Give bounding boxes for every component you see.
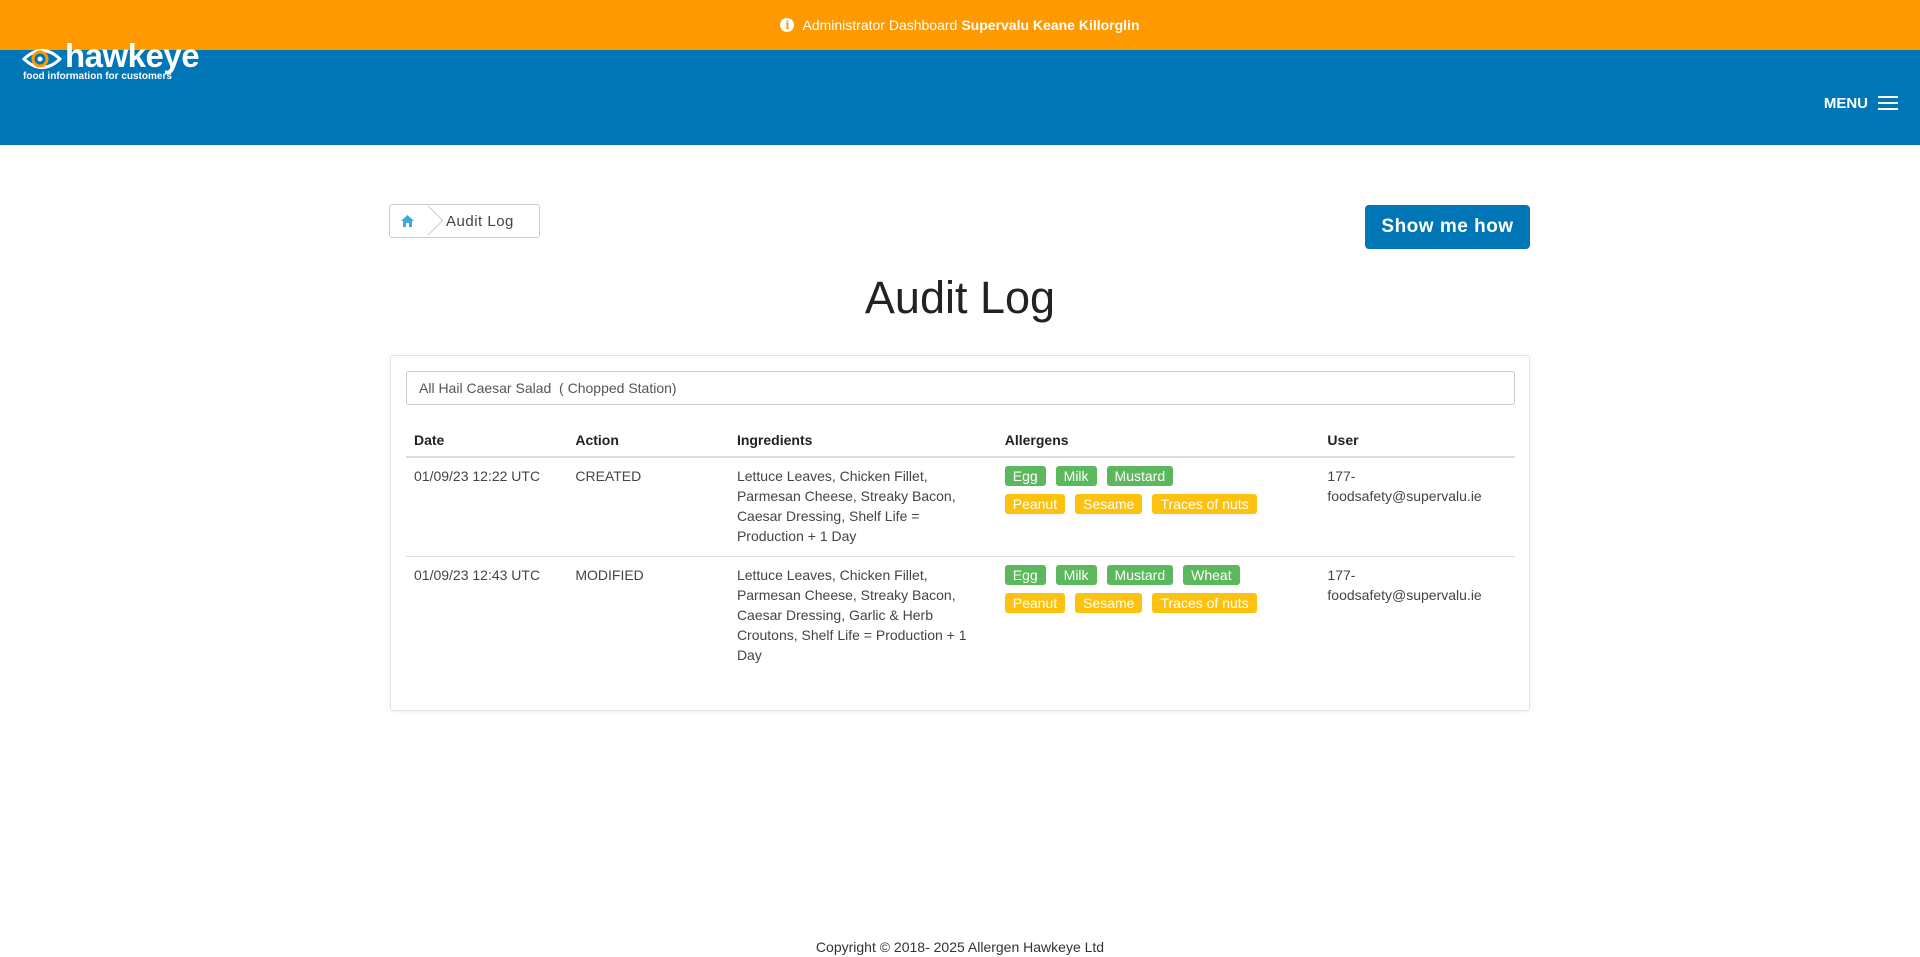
row-action: MODIFIED xyxy=(575,567,644,583)
row-allergens: Egg Milk Mustard Wheat Peanut Sesame Tra… xyxy=(997,557,1320,676)
dashboard-label: Administrator Dashboard xyxy=(802,17,958,33)
row-ingredients: Lettuce Leaves, Chicken Fillet, Parmesan… xyxy=(736,567,967,663)
show-me-how-button[interactable]: Show me how xyxy=(1365,205,1530,249)
store-name: Supervalu Keane Killorglin xyxy=(961,17,1140,33)
table-header-row: Date Action Ingredients Allergens User xyxy=(406,424,1515,458)
header-action: Action xyxy=(567,424,729,458)
allergen-tag: Egg xyxy=(1004,565,1046,585)
header-allergens: Allergens xyxy=(996,424,1320,458)
dish-name-field[interactable] xyxy=(406,371,1515,405)
info-circle-icon: i xyxy=(780,18,795,32)
allergen-tag: Sesame xyxy=(1075,494,1143,514)
allergen-tag: Egg xyxy=(1004,466,1046,486)
user-email: foodsafety@supervalu.ie xyxy=(1327,488,1482,504)
table-row: 01/09/23 12:22 UTC CREATED Lettuce Leave… xyxy=(406,457,1515,557)
logo-hawkeye-text: hawkeye xyxy=(65,37,200,74)
user-line: 177- xyxy=(1327,468,1356,484)
menu-button[interactable]: MENU xyxy=(1824,92,1898,114)
menu-label: MENU xyxy=(1823,94,1868,112)
allergen-tag: Milk xyxy=(1055,565,1097,585)
breadcrumb-current: Audit Log xyxy=(446,212,514,230)
hawkeye-logo[interactable]: allergen hawkeye food information for cu… xyxy=(22,31,222,84)
breadcrumb: Audit Log xyxy=(389,204,540,238)
footer-copyright: Copyright © 2018- 2025 Allergen Hawkeye … xyxy=(815,939,1105,955)
allergen-tag: Sesame xyxy=(1075,593,1143,613)
admin-banner: i Administrator Dashboard Supervalu Kean… xyxy=(0,0,1920,50)
breadcrumb-separator xyxy=(424,204,434,238)
header-date: Date xyxy=(406,424,568,458)
logo-tagline: food information for customers xyxy=(23,71,172,82)
allergen-tag: Milk xyxy=(1055,466,1097,486)
row-date: 01/09/23 12:22 UTC xyxy=(406,457,568,557)
user-email: foodsafety@supervalu.ie xyxy=(1327,587,1482,603)
allergen-tag: Mustard xyxy=(1106,565,1174,585)
allergen-tag: Traces of nuts xyxy=(1152,494,1257,514)
audit-log-table: Date Action Ingredients Allergens User 0… xyxy=(406,424,1515,675)
allergen-tag: Mustard xyxy=(1106,466,1174,486)
navbar xyxy=(0,50,1920,145)
row-user: 177- foodsafety@supervalu.ie xyxy=(1319,457,1515,557)
row-user: 177- foodsafety@supervalu.ie xyxy=(1319,557,1515,676)
hamburger-icon xyxy=(1878,92,1898,114)
allergen-tag: Peanut xyxy=(1004,593,1066,613)
allergen-tag: Wheat xyxy=(1183,565,1240,585)
row-ingredients: Lettuce Leaves, Chicken Fillet, Parmesan… xyxy=(728,457,997,557)
eye-icon xyxy=(22,49,62,69)
table-row: 01/09/23 12:43 UTC MODIFIED Lettuce Leav… xyxy=(406,557,1515,676)
page-title: Audit Log xyxy=(864,272,1056,323)
row-action: CREATED xyxy=(567,457,729,557)
allergen-tag: Peanut xyxy=(1004,494,1066,514)
row-allergens: Egg Milk Mustard Peanut Sesame Traces of… xyxy=(996,457,1320,557)
header-ingredients: Ingredients xyxy=(728,424,997,458)
user-line: 177- xyxy=(1327,567,1356,583)
row-date: 01/09/23 12:43 UTC xyxy=(414,567,541,583)
audit-log-panel: Date Action Ingredients Allergens User 0… xyxy=(390,355,1530,711)
allergen-tag: Traces of nuts xyxy=(1152,593,1257,613)
header-user: User xyxy=(1319,424,1515,458)
